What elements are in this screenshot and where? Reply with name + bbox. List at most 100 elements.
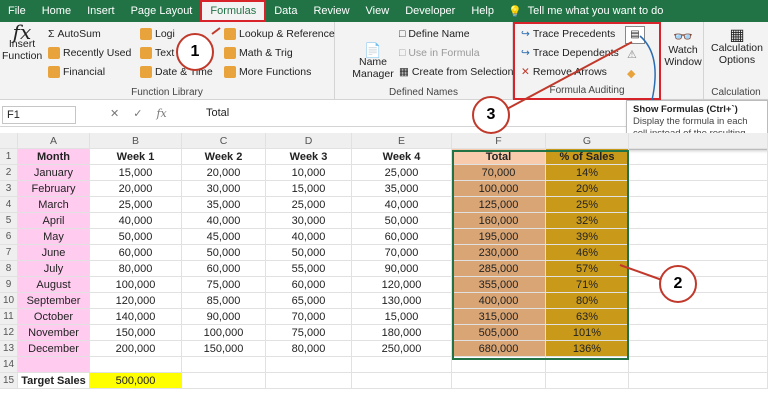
tab-view[interactable]: View xyxy=(358,0,398,22)
cell-d9[interactable]: 60,000 xyxy=(266,277,352,293)
cell-a7[interactable]: June xyxy=(18,245,90,261)
name-manager-button[interactable]: 📄 Name Manager xyxy=(349,43,397,80)
cell-c15[interactable] xyxy=(182,373,266,389)
math-trig-button[interactable]: Math & Trig xyxy=(224,47,293,59)
cell-a11[interactable]: October xyxy=(18,309,90,325)
lookup-reference-button[interactable]: Lookup & Reference xyxy=(224,28,335,40)
formula-input[interactable]: Total xyxy=(206,107,229,119)
tab-formulas[interactable]: Formulas xyxy=(200,0,267,22)
row-header-3[interactable]: 3 xyxy=(0,181,18,197)
tab-help[interactable]: Help xyxy=(463,0,502,22)
cell-b7[interactable]: 60,000 xyxy=(90,245,182,261)
cell-c10[interactable]: 85,000 xyxy=(182,293,266,309)
cell-h5[interactable] xyxy=(629,213,768,229)
cell-h11[interactable] xyxy=(629,309,768,325)
trace-dependents-button[interactable]: ↪ Trace Dependents xyxy=(521,47,619,59)
cell-h10[interactable] xyxy=(629,293,768,309)
cell-h2[interactable] xyxy=(629,165,768,181)
cell-c8[interactable]: 60,000 xyxy=(182,261,266,277)
cell-e13[interactable]: 250,000 xyxy=(352,341,452,357)
name-box[interactable]: F1 xyxy=(2,106,76,124)
cell-c13[interactable]: 150,000 xyxy=(182,341,266,357)
row-header-5[interactable]: 5 xyxy=(0,213,18,229)
row-header-9[interactable]: 9 xyxy=(0,277,18,293)
cell-e4[interactable]: 40,000 xyxy=(352,197,452,213)
row-header-2[interactable]: 2 xyxy=(0,165,18,181)
cell-h1[interactable] xyxy=(629,149,768,165)
cell-h15[interactable] xyxy=(629,373,768,389)
cell-a4[interactable]: March xyxy=(18,197,90,213)
cell-d10[interactable]: 65,000 xyxy=(266,293,352,309)
cell-a14[interactable] xyxy=(18,357,90,373)
cell-c4[interactable]: 35,000 xyxy=(182,197,266,213)
row-header-12[interactable]: 12 xyxy=(0,325,18,341)
show-formulas-button[interactable]: ▤ xyxy=(625,26,645,44)
recently-used-button[interactable]: Recently Used xyxy=(48,47,131,59)
cell-e10[interactable]: 130,000 xyxy=(352,293,452,309)
more-functions-button[interactable]: More Functions xyxy=(224,66,311,78)
cell-b11[interactable]: 140,000 xyxy=(90,309,182,325)
cell-d2[interactable]: 10,000 xyxy=(266,165,352,181)
cell-d6[interactable]: 40,000 xyxy=(266,229,352,245)
column-header-a[interactable]: A xyxy=(18,133,90,149)
row-header-11[interactable]: 11 xyxy=(0,309,18,325)
evaluate-formula-icon[interactable]: ◆ xyxy=(627,67,635,80)
column-header-e[interactable]: E xyxy=(352,133,452,149)
watch-window-button[interactable]: 👓 Watch Window xyxy=(662,30,704,69)
cell-c9[interactable]: 75,000 xyxy=(182,277,266,293)
cell-e7[interactable]: 70,000 xyxy=(352,245,452,261)
calculation-options-button[interactable]: ▦ Calculation Options xyxy=(708,28,766,67)
cell-h14[interactable] xyxy=(629,357,768,373)
cell-a5[interactable]: April xyxy=(18,213,90,229)
cancel-icon[interactable]: ✕ xyxy=(110,107,119,120)
text-button[interactable]: Text xyxy=(140,47,174,59)
cell-b13[interactable]: 200,000 xyxy=(90,341,182,357)
tab-file[interactable]: File xyxy=(0,0,34,22)
error-checking-icon[interactable]: ⚠ xyxy=(627,48,637,61)
column-header-g[interactable]: G xyxy=(546,133,629,149)
cell-c5[interactable]: 40,000 xyxy=(182,213,266,229)
tab-review[interactable]: Review xyxy=(305,0,357,22)
logical-button[interactable]: Logi xyxy=(140,28,175,40)
cell-d14[interactable] xyxy=(266,357,352,373)
cell-b10[interactable]: 120,000 xyxy=(90,293,182,309)
cell-a13[interactable]: December xyxy=(18,341,90,357)
row-header-14[interactable]: 14 xyxy=(0,357,18,373)
column-header-b[interactable]: B xyxy=(90,133,182,149)
cell-b12[interactable]: 150,000 xyxy=(90,325,182,341)
fx-icon[interactable]: fx xyxy=(156,107,166,120)
cell-d13[interactable]: 80,000 xyxy=(266,341,352,357)
cell-d4[interactable]: 25,000 xyxy=(266,197,352,213)
cell-g15[interactable] xyxy=(546,373,629,389)
cell-c6[interactable]: 45,000 xyxy=(182,229,266,245)
cell-d3[interactable]: 15,000 xyxy=(266,181,352,197)
cell-h4[interactable] xyxy=(629,197,768,213)
cell-f15[interactable] xyxy=(452,373,546,389)
tab-developer[interactable]: Developer xyxy=(397,0,463,22)
trace-precedents-button[interactable]: ↪ Trace Precedents xyxy=(521,28,615,40)
cell-d8[interactable]: 55,000 xyxy=(266,261,352,277)
column-header-d[interactable]: D xyxy=(266,133,352,149)
cell-b1[interactable]: Week 1 xyxy=(90,149,182,165)
use-in-formula-button[interactable]: □ Use in Formula xyxy=(399,47,480,59)
cell-b9[interactable]: 100,000 xyxy=(90,277,182,293)
cell-b5[interactable]: 40,000 xyxy=(90,213,182,229)
cell-b15[interactable]: 500,000 xyxy=(90,373,182,389)
financial-button[interactable]: Financial xyxy=(48,66,105,78)
tab-data[interactable]: Data xyxy=(266,0,305,22)
select-all-corner[interactable] xyxy=(0,133,18,149)
autosum-button[interactable]: Σ AutoSum xyxy=(48,28,101,40)
cell-d11[interactable]: 70,000 xyxy=(266,309,352,325)
remove-arrows-button[interactable]: ✕ Remove Arrows xyxy=(521,66,607,78)
cell-c1[interactable]: Week 2 xyxy=(182,149,266,165)
cell-c2[interactable]: 20,000 xyxy=(182,165,266,181)
cell-b14[interactable] xyxy=(90,357,182,373)
cell-h9[interactable] xyxy=(629,277,768,293)
row-header-15[interactable]: 15 xyxy=(0,373,18,389)
row-header-7[interactable]: 7 xyxy=(0,245,18,261)
cell-a15[interactable]: Target Sales xyxy=(18,373,90,389)
cell-d1[interactable]: Week 3 xyxy=(266,149,352,165)
cell-e14[interactable] xyxy=(352,357,452,373)
cell-c7[interactable]: 50,000 xyxy=(182,245,266,261)
cell-b2[interactable]: 15,000 xyxy=(90,165,182,181)
